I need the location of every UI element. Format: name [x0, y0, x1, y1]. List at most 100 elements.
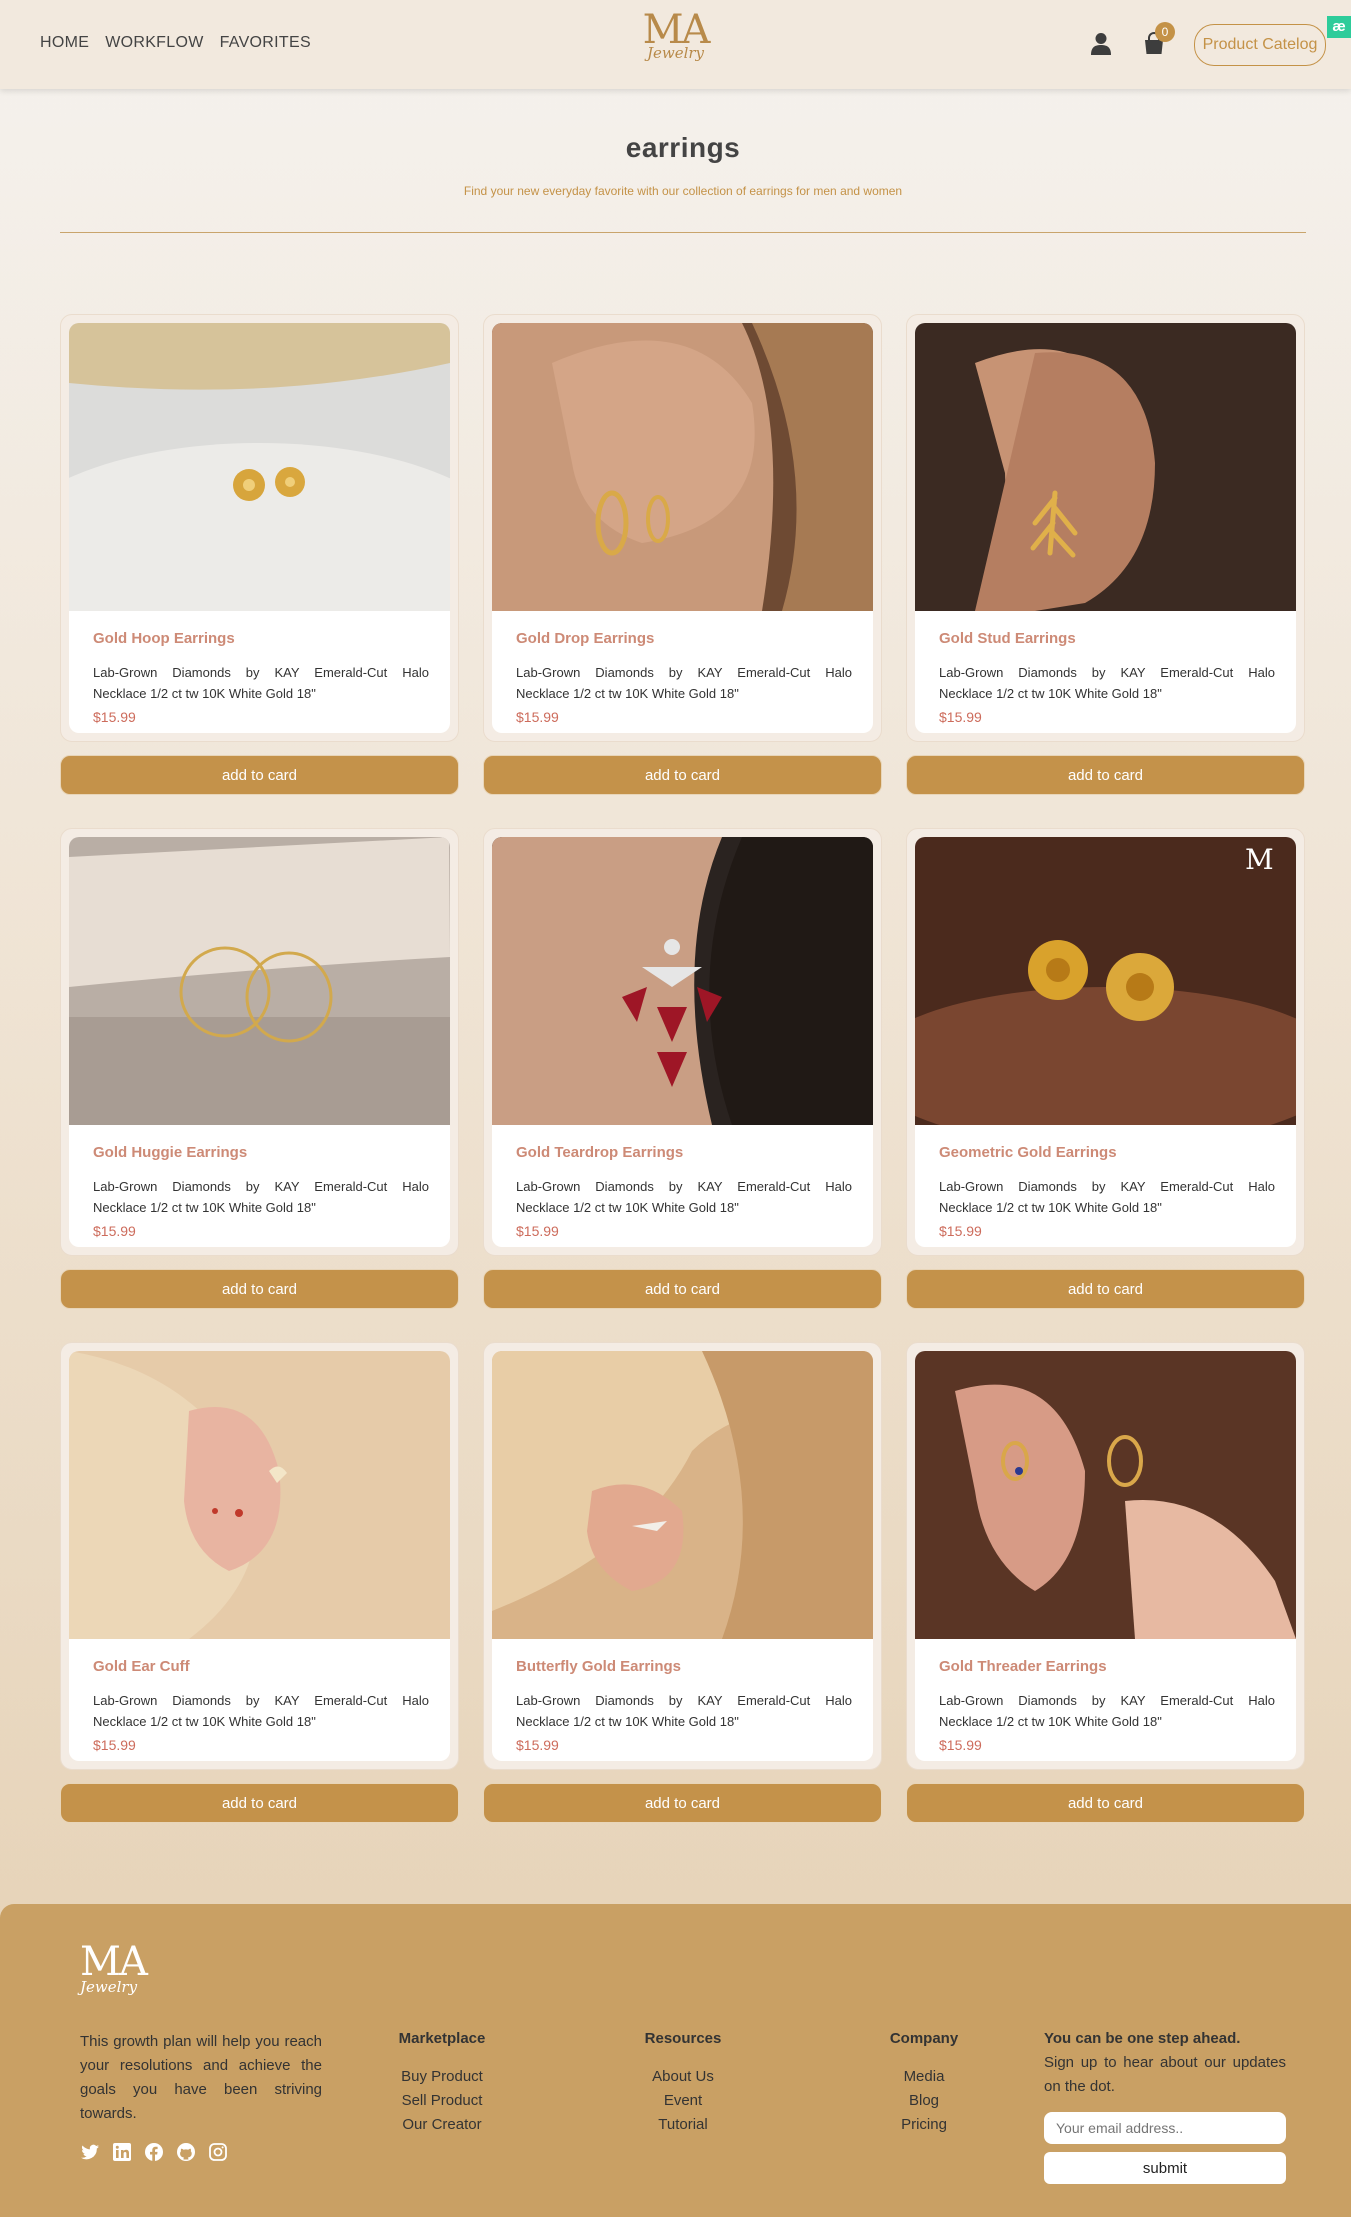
favorite-heart-icon[interactable]	[1262, 335, 1284, 355]
newsletter-submit-button[interactable]: submit	[1044, 2152, 1286, 2184]
footer-column-resources: Resources About Us Event Tutorial	[613, 2030, 753, 2137]
product-name[interactable]: Gold Huggie Earrings	[93, 1144, 247, 1161]
user-icon[interactable]	[1090, 32, 1112, 56]
product-description: Lab-Grown Diamonds by KAY Emerald-Cut Ha…	[93, 1179, 429, 1215]
product-photo-ear-cuff	[69, 1351, 450, 1639]
add-to-cart-button[interactable]: add to card	[60, 1783, 459, 1823]
site-logo[interactable]: MA Jewelry	[643, 10, 711, 62]
product-description: Lab-Grown Diamonds by KAY Emerald-Cut Ha…	[939, 665, 1275, 701]
product-card-frame[interactable]: Gold Drop Earrings Lab-Grown Diamonds by …	[483, 314, 882, 742]
product-description: Lab-Grown Diamonds by KAY Emerald-Cut Ha…	[93, 665, 429, 701]
product-description: Lab-Grown Diamonds by KAY Emerald-Cut Ha…	[93, 1693, 429, 1729]
product-price: $15.99	[516, 1223, 559, 1239]
product-image[interactable]	[915, 323, 1296, 611]
footer-column-title: Resources	[644, 2030, 722, 2047]
product-name[interactable]: Geometric Gold Earrings	[939, 1144, 1117, 1161]
favorite-heart-icon[interactable]	[416, 335, 438, 355]
product-image[interactable]	[69, 837, 450, 1125]
product-card-frame[interactable]: Gold Huggie Earrings Lab-Grown Diamonds b…	[60, 828, 459, 1256]
facebook-icon[interactable]	[144, 2142, 164, 2162]
product-image[interactable]	[69, 1351, 450, 1639]
product-card-body: Gold Drop Earrings Lab-Grown Diamonds by …	[492, 323, 873, 733]
page-title: earrings	[625, 132, 741, 163]
nav-workflow-link[interactable]: WORKFLOW	[105, 34, 203, 52]
footer-column-marketplace: Marketplace Buy Product Sell Product Our…	[372, 2030, 512, 2137]
product-photo-huggie	[69, 837, 450, 1125]
product-name[interactable]: Butterfly Gold Earrings	[516, 1658, 681, 1675]
footer-link-media[interactable]: Media	[854, 2065, 994, 2089]
product-image[interactable]: M	[915, 837, 1296, 1125]
linkedin-icon[interactable]	[112, 2142, 132, 2162]
add-to-cart-button[interactable]: add to card	[906, 755, 1305, 795]
product-image[interactable]	[492, 837, 873, 1125]
product-price: $15.99	[939, 1223, 982, 1239]
add-to-cart-button[interactable]: add to card	[60, 1269, 459, 1309]
product-description: Lab-Grown Diamonds by KAY Emerald-Cut Ha…	[939, 1693, 1275, 1729]
product-card-frame[interactable]: Gold Hoop Earrings Lab-Grown Diamonds by …	[60, 314, 459, 742]
product-card-frame[interactable]: M Geometric Gold Earrings Lab-Grown Diamon…	[906, 828, 1305, 1256]
product-card-frame[interactable]: Butterfly Gold Earrings Lab-Grown Diamond…	[483, 1342, 882, 1770]
site-header: HOME WORKFLOW FAVORITES MA Jewelry 0 Pro…	[0, 0, 1351, 89]
footer-link-pricing[interactable]: Pricing	[854, 2113, 994, 2137]
site-footer: MA Jewelry This growth plan will help yo…	[0, 1904, 1351, 2217]
footer-link-tutorial[interactable]: Tutorial	[613, 2113, 753, 2137]
add-to-cart-button[interactable]: add to card	[906, 1783, 1305, 1823]
favorite-heart-icon[interactable]	[1262, 849, 1284, 869]
add-to-cart-button[interactable]: add to card	[60, 755, 459, 795]
favorite-heart-icon[interactable]	[1262, 1363, 1284, 1383]
favorite-heart-icon[interactable]	[416, 849, 438, 869]
product-card-body: Gold Huggie Earrings Lab-Grown Diamonds b…	[69, 837, 450, 1247]
footer-link-buy-product[interactable]: Buy Product	[372, 2065, 512, 2089]
product-card-frame[interactable]: Gold Stud Earrings Lab-Grown Diamonds by …	[906, 314, 1305, 742]
nav-home-link[interactable]: HOME	[40, 34, 89, 52]
product-card-frame[interactable]: Gold Threader Earrings Lab-Grown Diamonds…	[906, 1342, 1305, 1770]
product-name[interactable]: Gold Stud Earrings	[939, 630, 1076, 647]
product-card-frame[interactable]: Gold Ear Cuff Lab-Grown Diamonds by KAY E…	[60, 1342, 459, 1770]
favorite-heart-icon[interactable]	[416, 1363, 438, 1383]
product-photo-studs	[69, 323, 450, 611]
product-photo-butterfly	[492, 1351, 873, 1639]
add-to-cart-button[interactable]: add to card	[483, 1783, 882, 1823]
footer-link-event[interactable]: Event	[613, 2089, 753, 2113]
footer-column-company: Company Media Blog Pricing	[854, 2030, 994, 2137]
footer-about-text: This growth plan will help you reach you…	[80, 2033, 322, 2122]
nav-favorites-link[interactable]: FAVORITES	[220, 34, 311, 52]
product-price: $15.99	[93, 1223, 136, 1239]
product-card-body: M Geometric Gold Earrings Lab-Grown Diamon…	[915, 837, 1296, 1247]
favorite-heart-icon[interactable]	[839, 1363, 861, 1383]
footer-link-blog[interactable]: Blog	[854, 2089, 994, 2113]
github-icon[interactable]	[176, 2142, 196, 2162]
favorite-heart-icon[interactable]	[839, 849, 861, 869]
product-description: Lab-Grown Diamonds by KAY Emerald-Cut Ha…	[516, 1693, 852, 1729]
cart-count-badge: 0	[1155, 22, 1175, 42]
product-name[interactable]: Gold Teardrop Earrings	[516, 1144, 683, 1161]
product-description: Lab-Grown Diamonds by KAY Emerald-Cut Ha…	[939, 1179, 1275, 1215]
product-image[interactable]	[69, 323, 450, 611]
product-name[interactable]: Gold Drop Earrings	[516, 630, 654, 647]
product-image[interactable]	[492, 1351, 873, 1639]
footer-link-about-us[interactable]: About Us	[613, 2065, 753, 2089]
favorite-heart-icon[interactable]	[839, 335, 861, 355]
product-card-frame[interactable]: Gold Teardrop Earrings Lab-Grown Diamonds…	[483, 828, 882, 1256]
email-field[interactable]	[1044, 2112, 1286, 2144]
product-name[interactable]: Gold Ear Cuff	[93, 1658, 190, 1675]
page-subtitle: Find your new everyday favorite with our…	[463, 184, 903, 198]
footer-logo-subtitle: Jewelry	[80, 1978, 138, 1996]
add-to-cart-button[interactable]: add to card	[906, 1269, 1305, 1309]
twitter-icon[interactable]	[80, 2142, 100, 2162]
product-image[interactable]	[915, 1351, 1296, 1639]
product-image[interactable]	[492, 323, 873, 611]
product-catalog-button[interactable]: Product Catelog	[1194, 24, 1326, 66]
footer-logo[interactable]: MA Jewelry	[80, 1942, 148, 1996]
add-to-cart-button[interactable]: add to card	[483, 1269, 882, 1309]
footer-link-sell-product[interactable]: Sell Product	[372, 2089, 512, 2113]
product-name[interactable]: Gold Threader Earrings	[939, 1658, 1107, 1675]
ae-badge[interactable]: æ	[1327, 16, 1351, 38]
product-price: $15.99	[516, 709, 559, 725]
product-photo-geometric: M	[915, 837, 1296, 1125]
instagram-icon[interactable]	[208, 2142, 228, 2162]
logo-subtitle: Jewelry	[646, 44, 705, 62]
footer-link-our-creator[interactable]: Our Creator	[372, 2113, 512, 2137]
product-name[interactable]: Gold Hoop Earrings	[93, 630, 235, 647]
add-to-cart-button[interactable]: add to card	[483, 755, 882, 795]
